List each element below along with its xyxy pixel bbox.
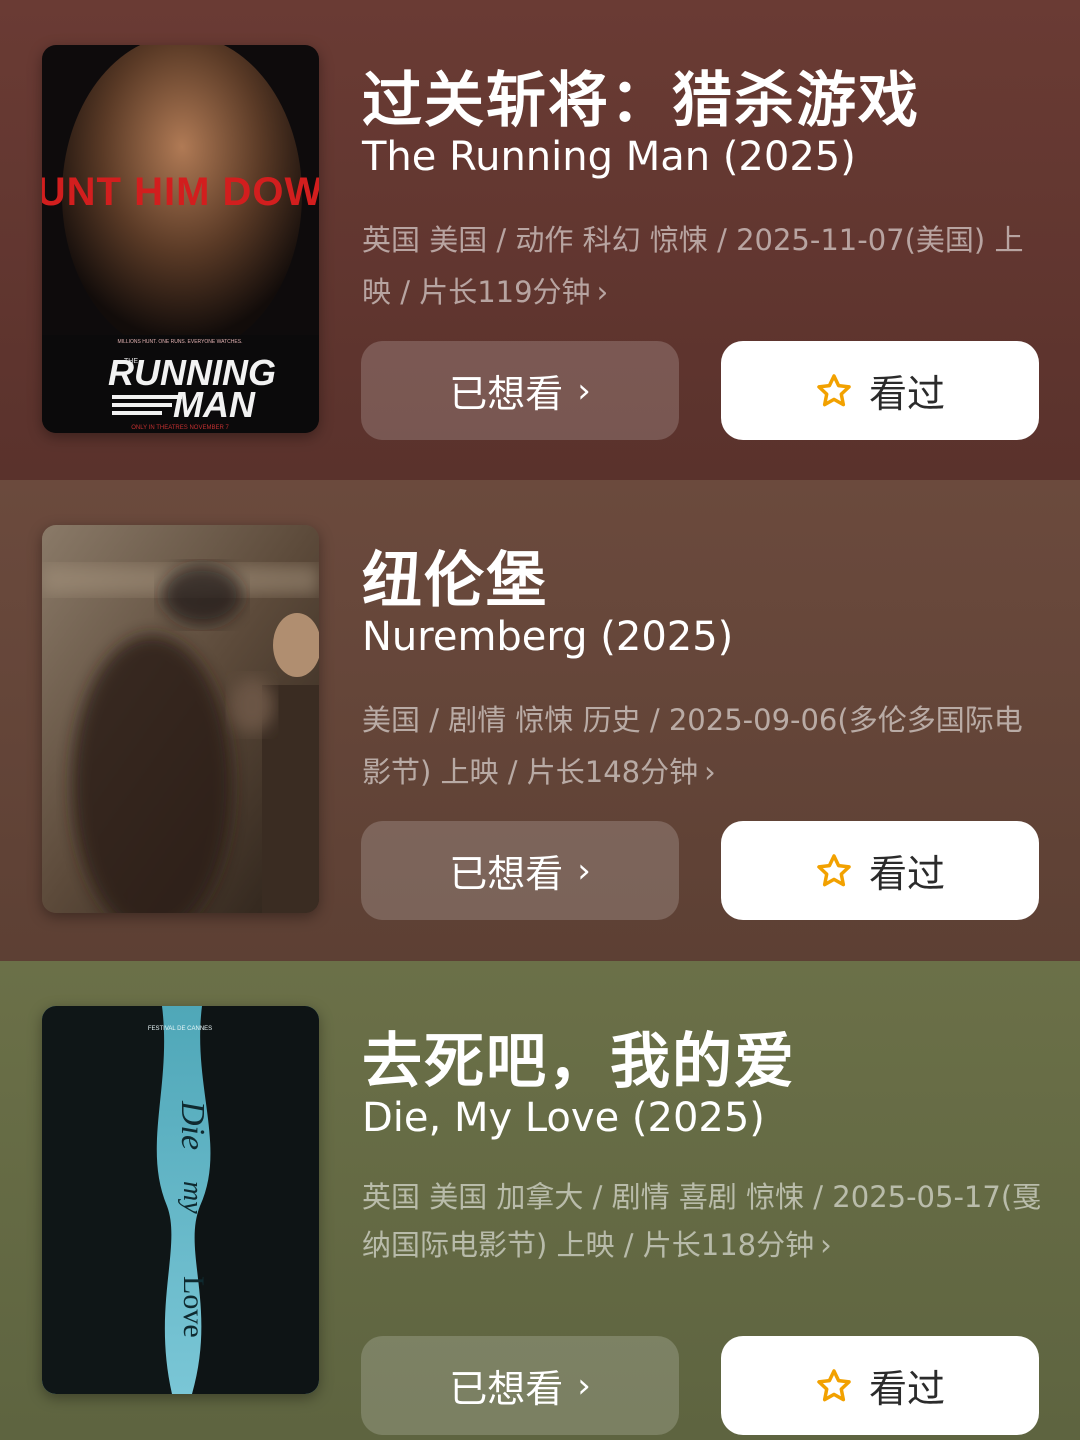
- watched-button[interactable]: 看过: [721, 1336, 1039, 1435]
- chevron-right-icon: ›: [820, 1228, 832, 1262]
- watched-label: 看过: [868, 372, 945, 416]
- chevron-right-icon: ›: [596, 275, 609, 309]
- movie-meta[interactable]: 美国 / 剧情 惊悚 历史 / 2025-09-06(多伦多国际电影节) 上映 …: [362, 694, 1042, 798]
- movie-meta[interactable]: 英国 美国 加拿大 / 剧情 喜剧 惊悚 / 2025-05-17(戛纳国际电影…: [362, 1173, 1042, 1269]
- movie-card-running-man[interactable]: HUNT HIM DOWN THE MILLIONS HUNT. ONE RUN…: [0, 0, 1080, 480]
- movie-meta-text: 英国 美国 加拿大 / 剧情 喜剧 惊悚 / 2025-05-17(戛纳国际电影…: [362, 1180, 1042, 1262]
- poster-die-my-love[interactable]: FESTIVAL DE CANNES Die my Love: [42, 1006, 319, 1394]
- want-to-watch-button[interactable]: 已想看 ›: [361, 821, 679, 920]
- movie-title-zh[interactable]: 纽伦堡: [362, 532, 548, 619]
- want-label: 已想看: [449, 1367, 564, 1411]
- poster-nuremberg-image: [42, 525, 319, 913]
- movie-title-zh[interactable]: 过关斩将：猎杀游戏: [362, 52, 920, 139]
- poster-word3: Love: [177, 1276, 210, 1338]
- star-outline-icon: [817, 373, 851, 406]
- want-label: 已想看: [449, 852, 564, 896]
- poster-festival: FESTIVAL DE CANNES: [148, 1026, 212, 1032]
- poster-word1: Die: [174, 1100, 211, 1150]
- want-to-watch-button[interactable]: 已想看 ›: [361, 1336, 679, 1435]
- poster-running-man-image: HUNT HIM DOWN THE MILLIONS HUNT. ONE RUN…: [42, 45, 319, 433]
- want-to-watch-button[interactable]: 已想看 ›: [361, 341, 679, 440]
- poster-line2: MAN: [173, 384, 256, 425]
- poster-running-man[interactable]: HUNT HIM DOWN THE MILLIONS HUNT. ONE RUN…: [42, 45, 319, 433]
- watched-button[interactable]: 看过: [721, 341, 1039, 440]
- poster-small-bottom: ONLY IN THEATRES NOVEMBER 7: [131, 425, 229, 431]
- chevron-right-icon: ›: [704, 755, 716, 789]
- watched-label: 看过: [868, 1367, 945, 1411]
- poster-word2: my: [177, 1181, 208, 1214]
- watched-label: 看过: [868, 852, 945, 896]
- chevron-right-icon: ›: [577, 850, 591, 891]
- movie-title-en[interactable]: Die, My Love (2025): [362, 1095, 765, 1141]
- watched-button[interactable]: 看过: [721, 821, 1039, 920]
- movie-card-nuremberg[interactable]: 纽伦堡 Nuremberg (2025) 美国 / 剧情 惊悚 历史 / 202…: [0, 480, 1080, 961]
- poster-small-top: MILLIONS HUNT. ONE RUNS. EVERYONE WATCHE…: [118, 339, 243, 345]
- movie-meta-text: 英国 美国 / 动作 科幻 惊悚 / 2025-11-07(美国) 上映 / 片…: [362, 223, 1024, 309]
- chevron-right-icon: ›: [577, 370, 591, 411]
- poster-tagline: HUNT HIM DOWN: [42, 170, 319, 214]
- star-outline-icon: [817, 1368, 851, 1401]
- poster-die-my-love-image: FESTIVAL DE CANNES Die my Love: [42, 1006, 319, 1394]
- want-label: 已想看: [449, 372, 564, 416]
- star-outline-icon: [817, 853, 851, 886]
- poster-nuremberg[interactable]: [42, 525, 319, 913]
- movie-title-en[interactable]: The Running Man (2025): [362, 134, 856, 180]
- movie-meta-text: 美国 / 剧情 惊悚 历史 / 2025-09-06(多伦多国际电影节) 上映 …: [362, 703, 1023, 789]
- movie-title-zh[interactable]: 去死吧，我的爱: [362, 1013, 796, 1100]
- movie-title-en[interactable]: Nuremberg (2025): [362, 614, 733, 660]
- chevron-right-icon: ›: [577, 1365, 591, 1406]
- movie-card-die-my-love[interactable]: FESTIVAL DE CANNES Die my Love 去死吧，我的爱 D…: [0, 961, 1080, 1440]
- movie-meta[interactable]: 英国 美国 / 动作 科幻 惊悚 / 2025-11-07(美国) 上映 / 片…: [362, 214, 1042, 318]
